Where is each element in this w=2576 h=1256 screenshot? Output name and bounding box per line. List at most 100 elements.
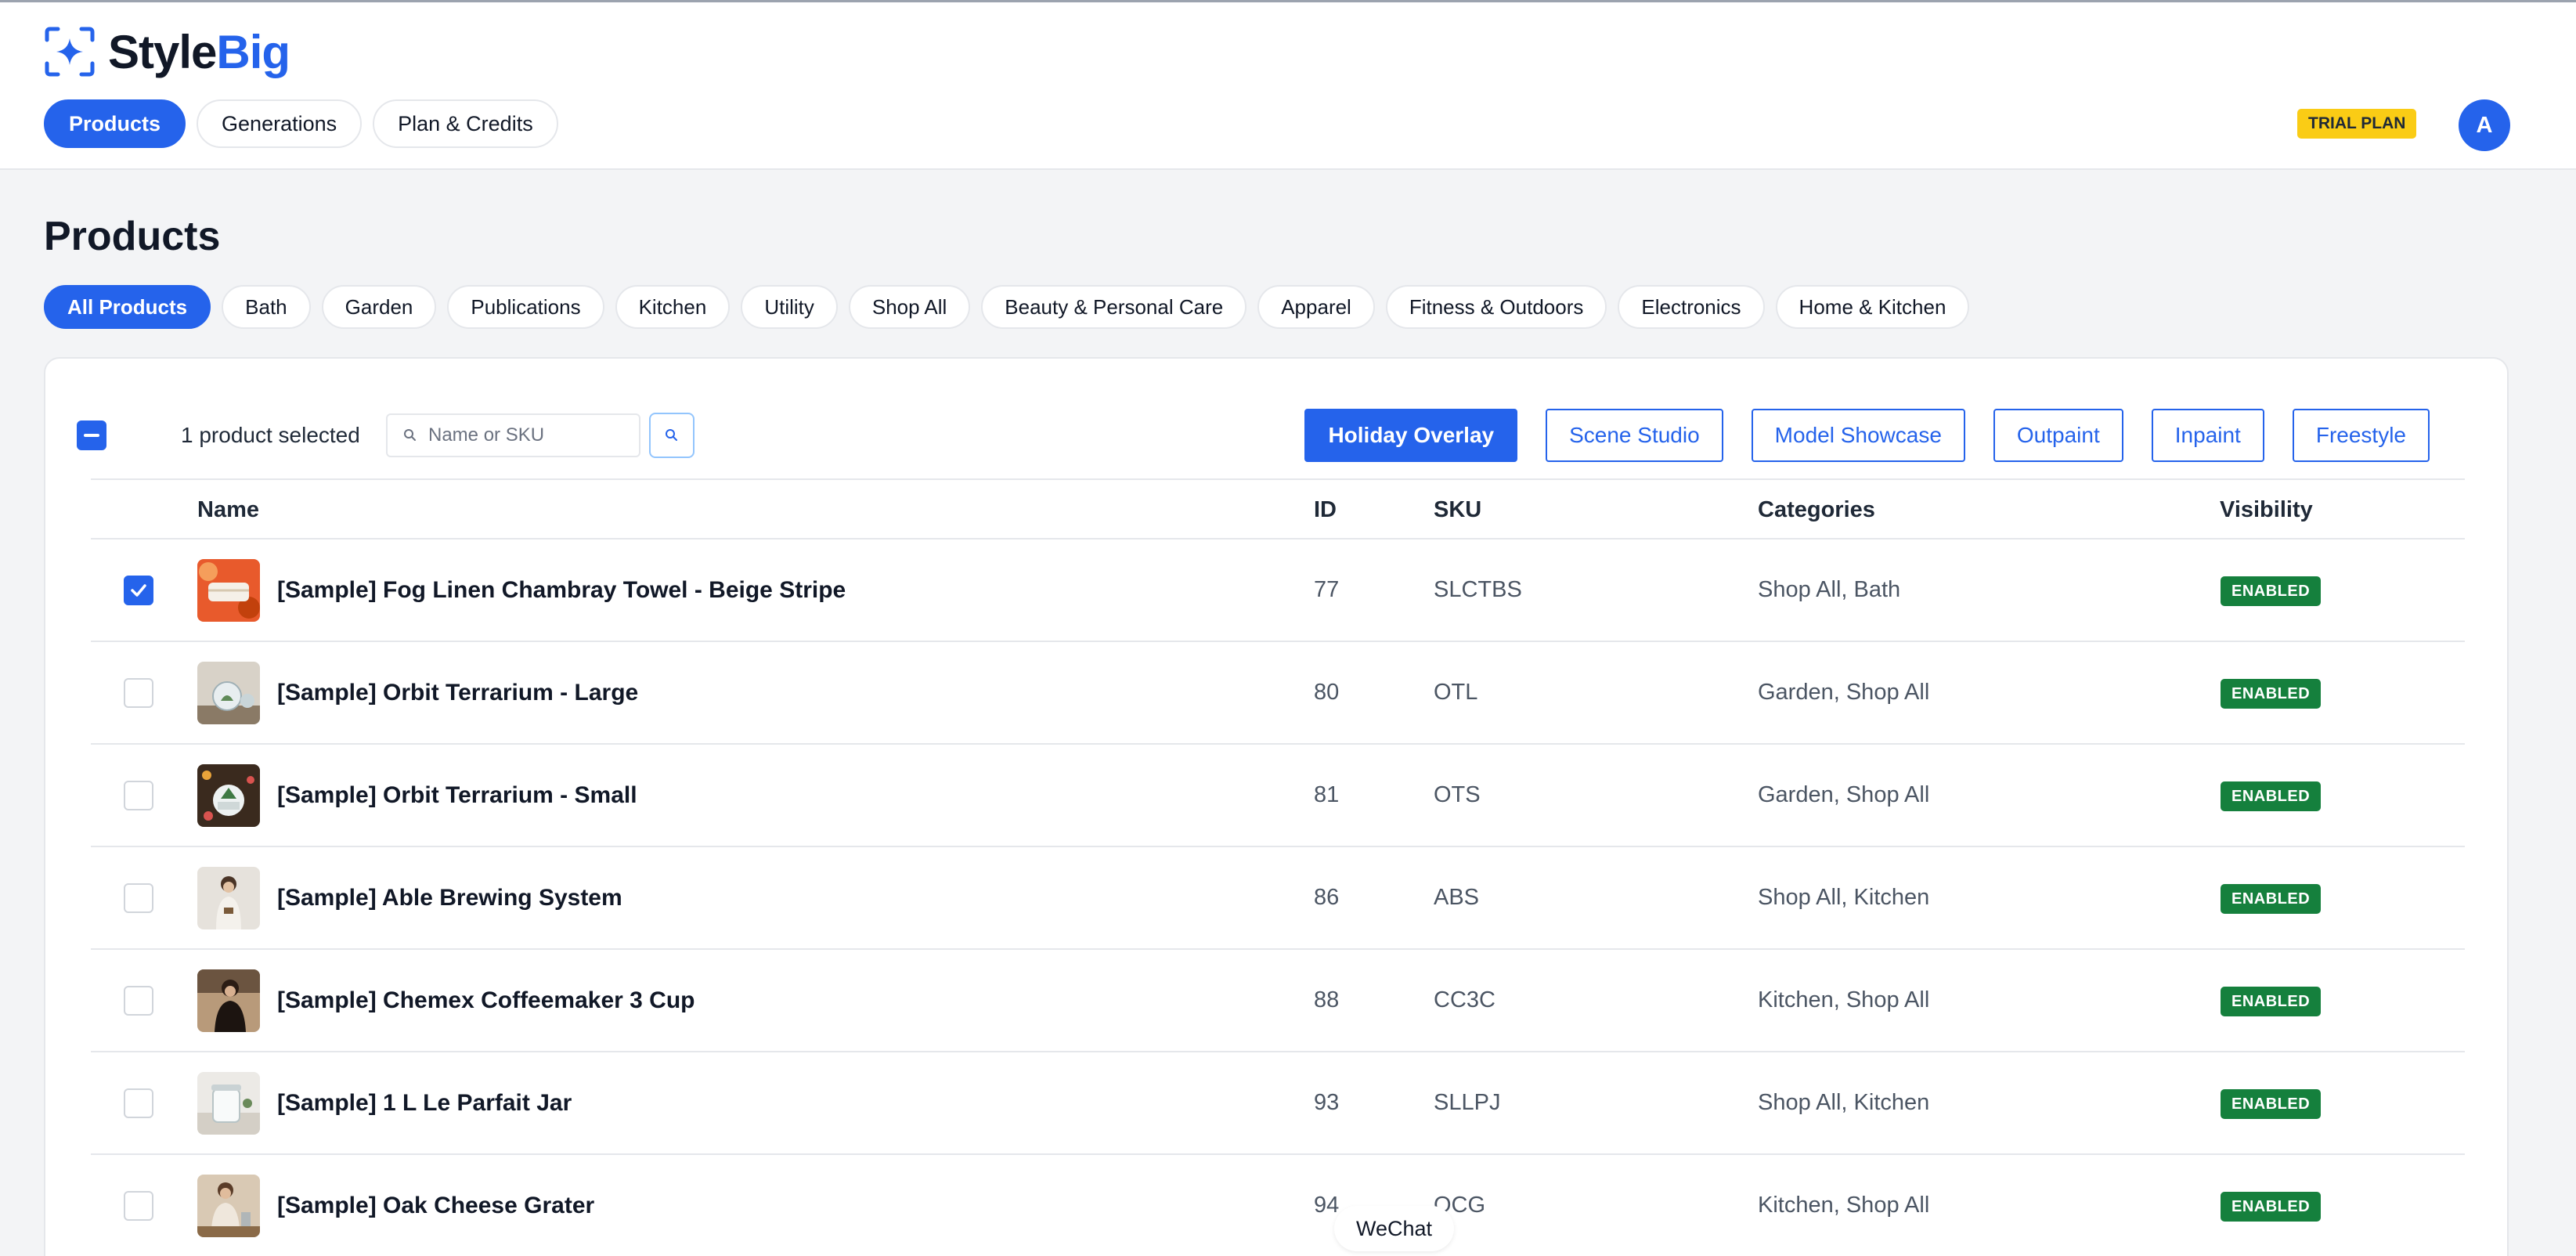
table-row[interactable]: [Sample] Chemex Coffeemaker 3 Cup 88 CC3… [91, 950, 2465, 1052]
product-sku: OTS [1434, 782, 1481, 807]
product-thumbnail [197, 1072, 260, 1135]
plan-badge: TRIAL PLAN [2297, 109, 2417, 139]
column-header-categories[interactable]: Categories [1758, 497, 1875, 523]
product-id: 77 [1314, 577, 1340, 602]
visibility-badge: ENABLED [2221, 781, 2322, 811]
nav-generations[interactable]: Generations [197, 99, 363, 148]
page-title: Products [44, 214, 221, 259]
row-checkbox[interactable] [124, 883, 153, 913]
scene-studio-button[interactable]: Scene Studio [1546, 409, 1723, 462]
logo-text: StyleBig [108, 25, 290, 78]
column-header-id[interactable]: ID [1314, 497, 1337, 523]
product-name[interactable]: [Sample] 1 L Le Parfait Jar [277, 1090, 572, 1117]
product-id: 94 [1314, 1193, 1340, 1218]
product-id: 80 [1314, 680, 1340, 705]
select-all-checkbox[interactable] [77, 420, 106, 450]
category-fitness-outdoors[interactable]: Fitness & Outdoors [1385, 285, 1607, 329]
product-sku: SLCTBS [1434, 577, 1522, 602]
selection-count: 1 product selected [181, 423, 360, 447]
product-thumbnail [197, 764, 260, 827]
search-icon [666, 429, 677, 441]
product-id: 93 [1314, 1090, 1340, 1115]
product-id: 88 [1314, 987, 1340, 1012]
holiday-overlay-button[interactable]: Holiday Overlay [1304, 409, 1518, 462]
wechat-widget[interactable]: WeChat [1334, 1206, 1455, 1251]
search-icon [404, 429, 416, 441]
row-checkbox[interactable] [124, 781, 153, 810]
row-checkbox[interactable] [124, 1191, 153, 1221]
table-row[interactable]: [Sample] Oak Cheese Grater 94 OCG Kitche… [91, 1155, 2465, 1256]
sparkle-logo-icon [45, 27, 95, 77]
product-thumbnail [197, 969, 260, 1032]
visibility-badge: ENABLED [2221, 1192, 2322, 1222]
category-garden[interactable]: Garden [321, 285, 437, 329]
product-id: 81 [1314, 782, 1340, 807]
search-field[interactable] [386, 413, 640, 457]
search-input[interactable] [428, 424, 632, 446]
product-name[interactable]: [Sample] Chemex Coffeemaker 3 Cup [277, 987, 695, 1014]
product-thumbnail [197, 559, 260, 622]
category-bath[interactable]: Bath [222, 285, 311, 329]
indeterminate-dash-icon [84, 434, 99, 437]
product-categories: Shop All, Bath [1758, 577, 1901, 602]
category-home-kitchen[interactable]: Home & Kitchen [1775, 285, 1970, 329]
product-categories: Garden, Shop All [1758, 680, 1930, 705]
table-row[interactable]: [Sample] Orbit Terrarium - Small 81 OTS … [91, 745, 2465, 847]
outpaint-button[interactable]: Outpaint [1993, 409, 2123, 462]
category-beauty-personal-care[interactable]: Beauty & Personal Care [981, 285, 1247, 329]
generation-actions: Holiday Overlay Scene Studio Model Showc… [1304, 409, 2430, 462]
logo[interactable]: StyleBig [44, 24, 290, 79]
nav-products[interactable]: Products [44, 99, 186, 148]
product-categories: Kitchen, Shop All [1758, 1193, 1930, 1218]
visibility-badge: ENABLED [2221, 987, 2322, 1016]
product-id: 86 [1314, 885, 1340, 910]
visibility-badge: ENABLED [2221, 1089, 2322, 1119]
product-sku: OTL [1434, 680, 1478, 705]
category-kitchen[interactable]: Kitchen [615, 285, 731, 329]
product-sku: ABS [1434, 885, 1480, 910]
column-header-visibility[interactable]: Visibility [2220, 497, 2313, 523]
category-shop-all[interactable]: Shop All [848, 285, 971, 329]
product-name[interactable]: [Sample] Fog Linen Chambray Towel - Beig… [277, 577, 846, 604]
column-header-sku[interactable]: SKU [1434, 497, 1481, 523]
visibility-badge: ENABLED [2221, 576, 2322, 606]
table-row[interactable]: [Sample] Fog Linen Chambray Towel - Beig… [91, 540, 2465, 642]
category-filter-bar: All Products Bath Garden Publications Ki… [44, 285, 1970, 329]
product-categories: Garden, Shop All [1758, 782, 1930, 807]
category-utility[interactable]: Utility [741, 285, 838, 329]
product-name[interactable]: [Sample] Orbit Terrarium - Small [277, 782, 637, 809]
row-checkbox[interactable] [124, 986, 153, 1016]
visibility-badge: ENABLED [2221, 884, 2322, 914]
table-row[interactable]: [Sample] 1 L Le Parfait Jar 93 SLLPJ Sho… [91, 1052, 2465, 1155]
category-all-products[interactable]: All Products [44, 285, 211, 329]
category-apparel[interactable]: Apparel [1257, 285, 1375, 329]
product-name[interactable]: [Sample] Orbit Terrarium - Large [277, 680, 638, 706]
category-publications[interactable]: Publications [447, 285, 604, 329]
product-thumbnail [197, 867, 260, 929]
product-sku: CC3C [1434, 987, 1495, 1012]
row-checkbox[interactable] [124, 1088, 153, 1118]
table-header: Name ID SKU Categories Visibility [91, 478, 2465, 540]
row-checkbox[interactable] [124, 576, 153, 605]
user-avatar[interactable]: A [2459, 99, 2510, 151]
checkmark-icon [131, 584, 146, 597]
table-row[interactable]: [Sample] Able Brewing System 86 ABS Shop… [91, 847, 2465, 950]
row-checkbox[interactable] [124, 678, 153, 708]
product-thumbnail [197, 662, 260, 724]
product-name[interactable]: [Sample] Able Brewing System [277, 885, 622, 911]
product-name[interactable]: [Sample] Oak Cheese Grater [277, 1193, 594, 1219]
model-showcase-button[interactable]: Model Showcase [1751, 409, 1965, 462]
product-thumbnail [197, 1175, 260, 1237]
nav-plan-credits[interactable]: Plan & Credits [373, 99, 558, 148]
column-header-name[interactable]: Name [197, 497, 259, 523]
product-categories: Shop All, Kitchen [1758, 1090, 1930, 1115]
visibility-badge: ENABLED [2221, 679, 2322, 709]
freestyle-button[interactable]: Freestyle [2292, 409, 2430, 462]
category-electronics[interactable]: Electronics [1618, 285, 1765, 329]
product-categories: Shop All, Kitchen [1758, 885, 1930, 910]
search-button[interactable] [649, 413, 695, 458]
inpaint-button[interactable]: Inpaint [2151, 409, 2264, 462]
app-header: StyleBig Products Generations Plan & Cre… [0, 2, 2576, 170]
table-row[interactable]: [Sample] Orbit Terrarium - Large 80 OTL … [91, 642, 2465, 745]
product-sku: SLLPJ [1434, 1090, 1501, 1115]
